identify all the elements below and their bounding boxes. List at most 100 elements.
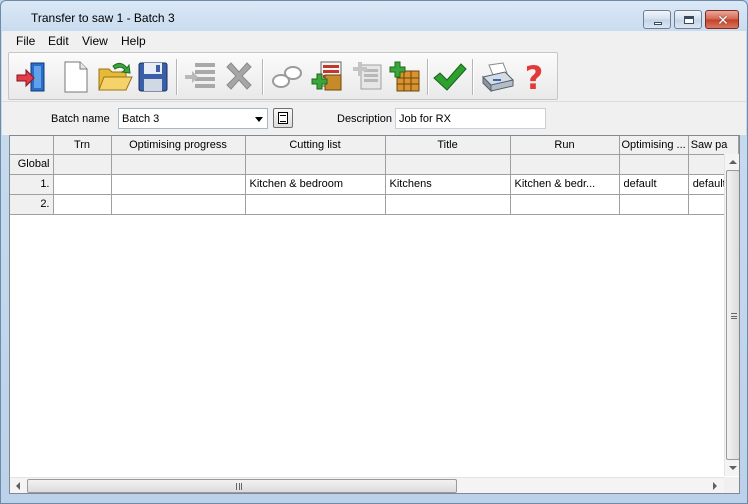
description-input[interactable]: Job for RX	[395, 108, 546, 129]
toolbar-separator	[176, 59, 177, 95]
maximize-icon	[684, 16, 694, 24]
insert-row-icon	[185, 63, 215, 88]
app-window: Transfer to saw 1 - Batch 3 ✕ File Edit …	[0, 0, 748, 504]
new-button[interactable]	[55, 57, 95, 97]
delete-button[interactable]	[219, 57, 259, 97]
maximize-button[interactable]	[674, 10, 702, 29]
column-header-trn[interactable]: Trn	[53, 136, 112, 155]
table-cell[interactable]	[510, 154, 620, 175]
toolbar: ?	[8, 52, 558, 100]
grip-icon	[731, 313, 737, 319]
table-cell[interactable]: Kitchen & bedroom	[245, 174, 386, 195]
column-header-title[interactable]: Title	[385, 136, 511, 155]
batch-grid: Trn Optimising progress Cutting list Tit…	[9, 135, 740, 494]
table-row-global: Global	[10, 154, 739, 175]
description-label: Description	[337, 113, 393, 125]
scroll-up-icon[interactable]	[725, 154, 740, 170]
list-icon	[278, 112, 288, 124]
edit-cutting-list-button[interactable]	[347, 57, 387, 97]
exit-button[interactable]	[13, 57, 53, 97]
table-cell[interactable]	[53, 194, 112, 215]
toolbar-separator	[262, 59, 263, 95]
table-row: 2.	[10, 194, 739, 215]
minimize-button[interactable]	[643, 10, 671, 29]
add-cutting-list-icon	[311, 61, 342, 91]
table-cell[interactable]: Kitchens	[385, 174, 511, 195]
add-board-icon	[389, 61, 420, 92]
scroll-left-icon[interactable]	[10, 478, 26, 494]
menu-file[interactable]: File	[16, 34, 35, 48]
menu-help[interactable]: Help	[121, 34, 146, 48]
batch-browse-button[interactable]	[273, 108, 293, 128]
table-cell[interactable]	[510, 194, 620, 215]
vertical-scrollbar[interactable]	[724, 154, 740, 476]
row-header[interactable]: Global	[10, 154, 54, 175]
toolbar-separator	[427, 59, 428, 95]
column-header-optimising-progress[interactable]: Optimising progress	[111, 136, 246, 155]
batch-name-value: Batch 3	[122, 113, 160, 125]
open-button[interactable]	[95, 57, 135, 97]
insert-row-button[interactable]	[181, 57, 221, 97]
scroll-right-icon[interactable]	[707, 478, 723, 494]
table-cell[interactable]: default	[619, 174, 689, 195]
open-folder-icon	[98, 62, 133, 91]
batch-form: Batch name Batch 3 Description Job for R…	[2, 101, 746, 135]
print-button[interactable]	[477, 57, 517, 97]
grid-table: Trn Optimising progress Cutting list Tit…	[10, 136, 739, 215]
table-cell[interactable]	[619, 154, 689, 175]
table-cell[interactable]	[53, 154, 112, 175]
table-row: 1. Kitchen & bedroom Kitchens Kitchen & …	[10, 174, 739, 195]
window-title: Transfer to saw 1 - Batch 3	[31, 11, 175, 25]
corner-header[interactable]	[10, 136, 54, 155]
table-cell[interactable]	[385, 154, 511, 175]
scrollbar-corner	[724, 477, 739, 493]
save-button[interactable]	[133, 57, 173, 97]
batch-name-select[interactable]: Batch 3	[118, 108, 268, 129]
column-header-optimising[interactable]: Optimising ...	[619, 136, 689, 155]
add-board-button[interactable]	[385, 57, 425, 97]
horizontal-scrollbar[interactable]	[10, 477, 724, 494]
link-button[interactable]	[267, 57, 307, 97]
close-button[interactable]: ✕	[705, 10, 739, 29]
table-cell[interactable]	[111, 194, 246, 215]
edit-cutting-list-icon	[353, 62, 382, 90]
table-cell[interactable]	[245, 194, 386, 215]
chevron-down-icon[interactable]	[255, 117, 263, 122]
row-header[interactable]: 1.	[10, 174, 54, 195]
vertical-scroll-thumb[interactable]	[726, 170, 739, 460]
menu-bar: File Edit View Help	[2, 31, 746, 51]
save-disk-icon	[138, 62, 168, 92]
toolbar-separator	[472, 59, 473, 95]
grid-header-row: Trn Optimising progress Cutting list Tit…	[10, 136, 739, 155]
table-cell[interactable]	[53, 174, 112, 195]
scroll-down-icon[interactable]	[725, 460, 740, 476]
table-cell[interactable]	[245, 154, 386, 175]
toolbar-area: ?	[2, 51, 746, 101]
table-cell[interactable]	[111, 174, 246, 195]
menu-edit[interactable]: Edit	[48, 34, 69, 48]
menu-view[interactable]: View	[82, 34, 108, 48]
table-cell[interactable]	[385, 194, 511, 215]
help-button[interactable]: ?	[514, 57, 554, 97]
add-cutting-list-button[interactable]	[307, 57, 347, 97]
column-header-saw-parameters[interactable]: Saw pa	[688, 136, 739, 155]
table-cell[interactable]: Kitchen & bedr...	[510, 174, 620, 195]
table-cell[interactable]	[619, 194, 689, 215]
help-icon: ?	[525, 59, 544, 97]
print-icon	[482, 62, 514, 93]
minimize-icon	[654, 22, 662, 25]
row-header[interactable]: 2.	[10, 194, 54, 215]
column-header-run[interactable]: Run	[510, 136, 620, 155]
check-icon	[433, 63, 467, 91]
new-document-icon	[64, 61, 88, 93]
table-cell[interactable]	[111, 154, 246, 175]
accept-button[interactable]	[429, 57, 469, 97]
title-bar[interactable]: Transfer to saw 1 - Batch 3 ✕	[1, 1, 747, 31]
exit-door-icon	[16, 62, 45, 92]
grip-icon	[236, 483, 242, 490]
svg-text:?: ?	[525, 59, 544, 97]
column-header-cutting-list[interactable]: Cutting list	[245, 136, 386, 155]
horizontal-scroll-thumb[interactable]	[27, 479, 457, 493]
delete-icon	[226, 62, 252, 90]
link-icon	[272, 66, 302, 88]
